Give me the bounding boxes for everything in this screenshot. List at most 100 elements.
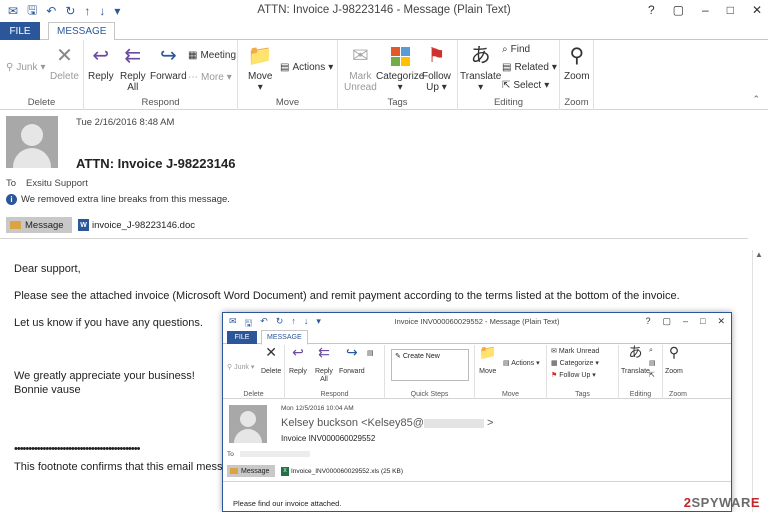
select-button[interactable]: ⇱ Select ▾ — [502, 80, 549, 91]
categorize-icon — [388, 44, 412, 68]
delete-button[interactable]: ✕ Delete — [50, 44, 79, 83]
reply-all-icon: ⇇ — [124, 44, 142, 67]
minimize-button[interactable]: – — [702, 3, 709, 17]
move-button[interactable]: 📁 Move ▾ — [248, 44, 273, 94]
inner-sender-avatar — [229, 405, 267, 443]
find-button[interactable]: ⌕ Find — [502, 44, 530, 55]
inner-minimize-button[interactable]: – — [683, 316, 688, 327]
translate-button[interactable]: あ Translate ▾ — [460, 44, 501, 94]
inner-ribbon-display-button[interactable]: ▢ — [662, 316, 671, 327]
inner-reply-button[interactable]: ↩ Reply — [289, 345, 307, 376]
info-text: We removed extra line breaks from this m… — [21, 194, 230, 205]
body-greeting: Dear support, — [14, 263, 81, 275]
inner-respond-group-label: Respond — [320, 391, 349, 398]
close-button[interactable]: ✕ — [752, 3, 762, 17]
body-footnote: This footnote confirms that this email m… — [14, 461, 241, 473]
ribbon-display-button[interactable]: ▢ — [673, 3, 684, 17]
message-chip[interactable]: Message — [6, 217, 72, 233]
collapse-ribbon-icon[interactable]: ⌃ — [752, 94, 760, 105]
tab-message[interactable]: MESSAGE — [48, 22, 116, 41]
meeting-button[interactable]: ▦ Meeting — [188, 50, 236, 61]
more-button[interactable]: ⋯ More ▾ — [188, 72, 232, 83]
junk-button[interactable]: ⚲ Junk ▾ — [6, 62, 45, 73]
header-divider — [0, 238, 748, 239]
inner-move-folder-icon: 📁 — [479, 344, 497, 360]
delete-x-icon: ✕ — [56, 44, 73, 67]
inner-close-button[interactable]: ✕ — [717, 316, 725, 327]
inner-maximize-button[interactable]: □ — [700, 316, 705, 327]
inner-help-button[interactable]: ? — [645, 316, 650, 327]
attachment-doc[interactable]: Winvoice_J-98223146.doc — [78, 219, 195, 231]
ribbon: ⚲ Junk ▾ ✕ Delete Delete ↩ Reply ⇇ Reply All ↪… — [0, 40, 768, 110]
redo-icon[interactable]: ↻ — [65, 4, 75, 18]
inner-tab-file[interactable]: FILE — [227, 331, 257, 344]
inner-chip-envelope-icon — [230, 468, 238, 474]
save-icon[interactable]: 🖫 — [27, 1, 37, 22]
inner-reply-all-button[interactable]: ⇇ Reply All — [315, 344, 333, 384]
reply-all-button[interactable]: ⇇ Reply All — [120, 44, 146, 94]
vertical-scrollbar[interactable]: ▲ — [752, 250, 764, 512]
inner-forward-button[interactable]: ↪ Forward — [339, 345, 365, 376]
inner-sender: Kelsey buckson <Kelsey85@ > — [281, 417, 494, 429]
message-subject: ATTN: Invoice J-98223146 — [76, 156, 236, 171]
info-icon: i — [6, 194, 17, 205]
inner-translate-button[interactable]: あ Translate — [621, 345, 650, 376]
inner-move-group-label: Move — [501, 391, 520, 398]
body-line-4: Bonnie vause — [14, 384, 81, 396]
title-bar: ✉ 🖫 ↶ ↻ ↑ ↓ ▾ ATTN: Invoice J-98223146 -… — [0, 0, 768, 22]
down-arrow-icon[interactable]: ↓ — [99, 4, 105, 18]
inner-flag-icon: ⚑ — [551, 372, 558, 379]
reply-button[interactable]: ↩ Reply — [88, 44, 114, 83]
inner-attachment-xls[interactable]: X Invoice_INV000060029552.xls (25 KB) — [281, 466, 403, 476]
inner-move-button[interactable]: 📁 Move — [479, 344, 497, 376]
zoom-button[interactable]: ⚲ Zoom — [564, 44, 590, 83]
inner-tab-message[interactable]: MESSAGE — [261, 330, 308, 345]
tags-group-label: Tags — [387, 97, 408, 108]
zoom-group: ⚲ Zoom Zoom — [560, 40, 594, 110]
to-label: To — [6, 178, 17, 189]
actions-button[interactable]: ▤ Actions ▾ — [280, 62, 333, 73]
flag-icon: ⚑ — [427, 44, 446, 67]
inner-junk-button[interactable]: ⚲ Junk ▾ — [227, 363, 254, 371]
sender-avatar — [6, 116, 58, 168]
inner-tags-group-label: Tags — [575, 391, 590, 398]
follow-up-button[interactable]: ⚑ Follow Up ▾ — [422, 44, 451, 94]
inner-select-icon[interactable]: ⇱ — [649, 371, 655, 379]
inner-delete-group: ⚲ Junk ▾ ✕ Delete Delete — [223, 345, 285, 399]
forward-button[interactable]: ↪ Forward — [150, 44, 187, 83]
inner-more-icon[interactable]: ▤ — [367, 349, 374, 357]
tab-file[interactable]: FILE — [0, 22, 40, 40]
inner-delete-button[interactable]: ✕ Delete — [261, 345, 281, 376]
inner-reply-all-icon: ⇇ — [318, 344, 330, 360]
inner-zoom-group: ⚲ Zoom Zoom — [663, 345, 693, 399]
scroll-up-icon[interactable]: ▲ — [755, 250, 763, 259]
mark-unread-button[interactable]: ✉ Mark Unread — [344, 44, 377, 94]
inner-actions-button[interactable]: ▤ Actions ▾ — [503, 359, 540, 367]
attachment-row: Message Winvoice_J-98223146.doc — [6, 217, 195, 233]
inner-find-icon[interactable]: ⌕ — [649, 347, 653, 355]
inner-mark-unread-button[interactable]: ✉ Mark Unread — [551, 347, 599, 355]
body-line-3: We greatly appreciate your business! — [14, 370, 195, 382]
customize-toolbar-icon[interactable]: ▾ — [114, 4, 120, 18]
maximize-button[interactable]: □ — [727, 3, 734, 17]
word-doc-icon: W — [78, 219, 89, 231]
inner-zoom-button[interactable]: ⚲ Zoom — [665, 345, 683, 376]
up-arrow-icon[interactable]: ↑ — [84, 4, 90, 18]
related-button[interactable]: ▤ Related ▾ — [502, 62, 557, 73]
inner-follow-up-button[interactable]: ⚑ Follow Up ▾ — [551, 371, 596, 379]
categorize-button[interactable]: Categorize ▾ — [376, 44, 424, 93]
inner-categorize-button[interactable]: ▦ Categorize ▾ — [551, 359, 599, 367]
inner-related-icon[interactable]: ▤ — [649, 359, 656, 367]
inner-message-chip[interactable]: Message — [227, 465, 275, 477]
delete-group: ⚲ Junk ▾ ✕ Delete Delete — [0, 40, 84, 110]
move-group: 📁 Move ▾ ▤ Actions ▾ Move — [238, 40, 338, 110]
redacted-recipient — [239, 451, 310, 458]
select-cursor-icon: ⇱ — [502, 80, 511, 91]
inner-subject: Invoice INV000060029552 — [281, 434, 376, 443]
help-button[interactable]: ? — [648, 3, 655, 17]
to-recipient[interactable]: Exsitu Support — [26, 178, 88, 189]
watermark-logo: 2SPYWARE — [683, 495, 760, 510]
info-bar[interactable]: i We removed extra line breaks from this … — [6, 194, 230, 205]
undo-icon[interactable]: ↶ — [46, 4, 56, 18]
tags-group: ✉ Mark Unread Categorize ▾ ⚑ Follow Up ▾ Tags — [338, 40, 458, 110]
